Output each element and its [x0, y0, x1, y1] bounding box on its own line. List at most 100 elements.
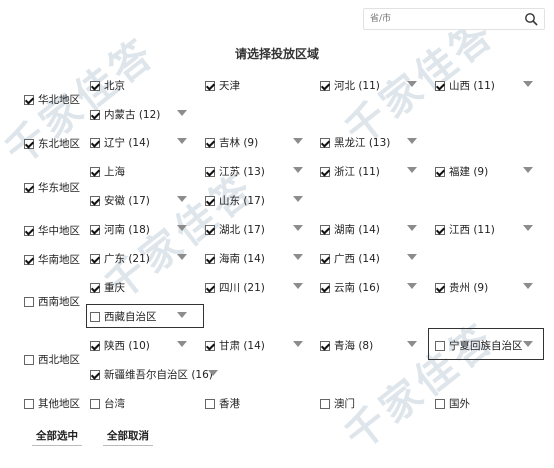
province-item[interactable]: 山东 (17) [205, 193, 265, 208]
chevron-down-icon[interactable] [523, 283, 533, 289]
province-item[interactable]: 广东 (21) [90, 251, 150, 266]
province-item[interactable]: 广西 (14) [320, 251, 380, 266]
province-checkbox[interactable] [90, 109, 100, 120]
province-checkbox[interactable] [90, 340, 100, 351]
province-item[interactable]: 宁夏回族自治区 [435, 338, 523, 353]
province-item[interactable]: 北京 [90, 78, 125, 93]
province-checkbox[interactable] [320, 137, 330, 148]
region-south-china[interactable]: 华南地区 [24, 252, 80, 267]
chevron-down-icon[interactable] [407, 254, 417, 260]
search-icon[interactable] [524, 12, 538, 26]
region-northwest[interactable]: 西北地区 [24, 352, 80, 367]
region-north-china[interactable]: 华北地区 [24, 92, 80, 107]
province-item[interactable]: 国外 [435, 396, 470, 411]
province-checkbox[interactable] [205, 282, 215, 293]
province-checkbox[interactable] [320, 166, 330, 177]
search-input[interactable] [370, 11, 520, 26]
chevron-down-icon[interactable] [177, 312, 187, 318]
province-checkbox[interactable] [90, 369, 100, 380]
chevron-down-icon[interactable] [523, 167, 533, 173]
province-item[interactable]: 吉林 (9) [205, 135, 258, 150]
chevron-down-icon[interactable] [177, 225, 187, 231]
province-checkbox[interactable] [435, 166, 445, 177]
region-checkbox[interactable] [24, 398, 34, 409]
province-item[interactable]: 黑龙江 (13) [320, 135, 390, 150]
chevron-down-icon[interactable] [407, 341, 417, 347]
province-item[interactable]: 江西 (11) [435, 222, 495, 237]
province-checkbox[interactable] [205, 80, 215, 91]
province-item[interactable]: 甘肃 (14) [205, 338, 265, 353]
province-item[interactable]: 江苏 (13) [205, 164, 265, 179]
province-item[interactable]: 内蒙古 (12) [90, 107, 160, 122]
chevron-down-icon[interactable] [177, 341, 187, 347]
province-item[interactable]: 湖南 (14) [320, 222, 380, 237]
chevron-down-icon[interactable] [523, 225, 533, 231]
chevron-down-icon[interactable] [293, 254, 303, 260]
chevron-down-icon[interactable] [293, 167, 303, 173]
province-checkbox[interactable] [320, 80, 330, 91]
province-item[interactable]: 青海 (8) [320, 338, 373, 353]
province-checkbox[interactable] [320, 282, 330, 293]
province-item[interactable]: 四川 (21) [205, 280, 265, 295]
chevron-down-icon[interactable] [293, 138, 303, 144]
chevron-down-icon[interactable] [407, 167, 417, 173]
chevron-down-icon[interactable] [293, 225, 303, 231]
province-checkbox[interactable] [435, 224, 445, 235]
region-checkbox[interactable] [24, 182, 34, 193]
region-east-china[interactable]: 华东地区 [24, 180, 80, 195]
province-checkbox[interactable] [435, 340, 445, 351]
province-checkbox[interactable] [90, 311, 100, 322]
chevron-down-icon[interactable] [407, 138, 417, 144]
province-checkbox[interactable] [90, 137, 100, 148]
province-item[interactable]: 河北 (11) [320, 78, 380, 93]
chevron-down-icon[interactable] [177, 138, 187, 144]
province-checkbox[interactable] [205, 166, 215, 177]
chevron-down-icon[interactable] [293, 196, 303, 202]
province-item[interactable]: 香港 [205, 396, 240, 411]
province-item[interactable]: 浙江 (11) [320, 164, 380, 179]
chevron-down-icon[interactable] [208, 370, 218, 376]
province-checkbox[interactable] [205, 340, 215, 351]
chevron-down-icon[interactable] [177, 254, 187, 260]
province-item[interactable]: 台湾 [90, 396, 125, 411]
province-checkbox[interactable] [435, 282, 445, 293]
chevron-down-icon[interactable] [293, 341, 303, 347]
province-checkbox[interactable] [320, 398, 330, 409]
chevron-down-icon[interactable] [293, 283, 303, 289]
province-checkbox[interactable] [90, 195, 100, 206]
province-checkbox[interactable] [90, 224, 100, 235]
province-item[interactable]: 辽宁 (14) [90, 135, 150, 150]
province-checkbox[interactable] [90, 253, 100, 264]
chevron-down-icon[interactable] [177, 110, 187, 116]
province-item[interactable]: 天津 [205, 78, 240, 93]
region-checkbox[interactable] [24, 354, 34, 365]
chevron-down-icon[interactable] [407, 225, 417, 231]
province-checkbox[interactable] [320, 253, 330, 264]
province-item[interactable]: 澳门 [320, 396, 355, 411]
chevron-down-icon[interactable] [523, 341, 533, 347]
province-item[interactable]: 安徽 (17) [90, 193, 150, 208]
cancel-all-button[interactable]: 全部取消 [103, 428, 153, 446]
chevron-down-icon[interactable] [523, 81, 533, 87]
province-checkbox[interactable] [90, 80, 100, 91]
province-item[interactable]: 湖北 (17) [205, 222, 265, 237]
province-checkbox[interactable] [435, 398, 445, 409]
province-item[interactable]: 山西 (11) [435, 78, 495, 93]
province-item[interactable]: 福建 (9) [435, 164, 488, 179]
province-checkbox[interactable] [205, 398, 215, 409]
province-item[interactable]: 云南 (16) [320, 280, 380, 295]
province-item[interactable]: 西藏自治区 [90, 309, 157, 324]
province-checkbox[interactable] [90, 166, 100, 177]
region-central-china[interactable]: 华中地区 [24, 223, 80, 238]
region-other[interactable]: 其他地区 [24, 396, 80, 411]
province-item[interactable]: 新疆维吾尔自治区 (16) [90, 367, 213, 382]
region-checkbox[interactable] [24, 296, 34, 307]
province-item[interactable]: 重庆 [90, 280, 125, 295]
chevron-down-icon[interactable] [407, 283, 417, 289]
province-checkbox[interactable] [435, 80, 445, 91]
region-checkbox[interactable] [24, 254, 34, 265]
chevron-down-icon[interactable] [177, 196, 187, 202]
region-northeast[interactable]: 东北地区 [24, 136, 80, 151]
province-checkbox[interactable] [205, 253, 215, 264]
province-checkbox[interactable] [205, 195, 215, 206]
